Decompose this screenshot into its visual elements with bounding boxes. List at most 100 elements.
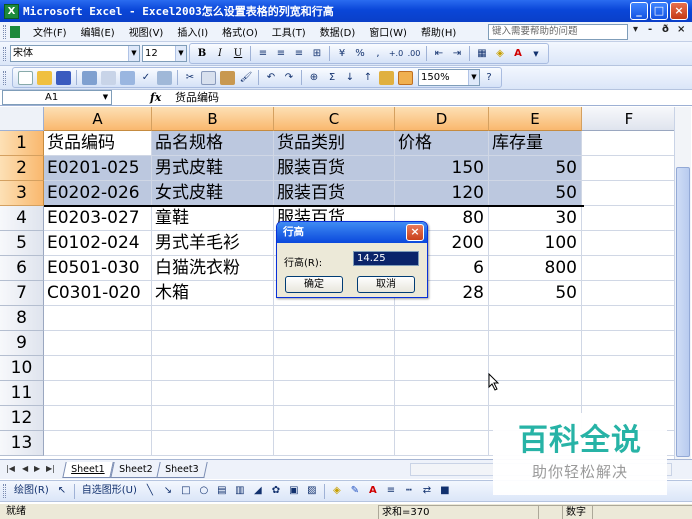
cell-c11[interactable]	[274, 381, 395, 406]
menu-help[interactable]: 帮助(H)	[414, 24, 463, 39]
cell-c1[interactable]: 货品类别	[274, 131, 395, 156]
cell-f9[interactable]	[582, 331, 677, 356]
column-header-a[interactable]: A	[44, 107, 152, 131]
cell-f4[interactable]	[582, 206, 677, 231]
row-header-8[interactable]: 8	[0, 306, 44, 331]
print-icon[interactable]	[101, 70, 116, 85]
cell-d8[interactable]	[395, 306, 489, 331]
cell-c10[interactable]	[274, 356, 395, 381]
autosum-button[interactable]: Σ	[324, 70, 340, 86]
cell-b9[interactable]	[152, 331, 274, 356]
font-color-button[interactable]: A	[510, 46, 526, 62]
arrow-icon[interactable]: ↘	[160, 483, 176, 499]
menu-tools[interactable]: 工具(T)	[265, 24, 313, 39]
arrow-style-icon[interactable]: ⇄	[419, 483, 435, 499]
row-header-13[interactable]: 13	[0, 431, 44, 456]
scroll-thumb[interactable]	[676, 167, 690, 457]
cell-c13[interactable]	[274, 431, 395, 456]
cell-b2[interactable]: 男式皮鞋	[152, 156, 274, 181]
cell-d10[interactable]	[395, 356, 489, 381]
cell-c8[interactable]	[274, 306, 395, 331]
diagram-icon[interactable]: ✿	[268, 483, 284, 499]
cell-d12[interactable]	[395, 406, 489, 431]
menu-data[interactable]: 数据(D)	[313, 24, 363, 39]
cut-icon[interactable]: ✂	[182, 70, 198, 86]
merge-center-icon[interactable]: ⊞	[309, 46, 325, 62]
cell-a12[interactable]	[44, 406, 152, 431]
copy-icon[interactable]	[201, 70, 216, 85]
cell-b1[interactable]: 品名规格	[152, 131, 274, 156]
close-button[interactable]: ×	[670, 2, 688, 20]
cell-d1[interactable]: 价格	[395, 131, 489, 156]
doc-restore-icon[interactable]: ð	[662, 24, 669, 35]
cell-a7[interactable]: C0301-020	[44, 281, 152, 306]
minimize-button[interactable]: _	[630, 2, 648, 20]
cell-e7[interactable]: 50	[489, 281, 582, 306]
cell-b3[interactable]: 女式皮鞋	[152, 181, 274, 206]
permission-icon[interactable]	[82, 70, 97, 85]
cell-f8[interactable]	[582, 306, 677, 331]
rectangle-icon[interactable]: □	[178, 483, 194, 499]
row-header-11[interactable]: 11	[0, 381, 44, 406]
cell-c3[interactable]: 服装百货	[274, 181, 395, 206]
formula-input[interactable]: 货品编码	[175, 90, 219, 105]
cell-e3[interactable]: 50	[489, 181, 582, 206]
increase-indent-icon[interactable]: ⇥	[449, 46, 465, 62]
sort-ascending-icon[interactable]: ↓	[342, 70, 358, 86]
sort-descending-icon[interactable]: ↑	[360, 70, 376, 86]
next-sheet-icon[interactable]: ▶	[34, 464, 40, 473]
workbook-icon[interactable]	[10, 25, 20, 38]
menu-window[interactable]: 窗口(W)	[362, 24, 414, 39]
underline-button[interactable]: U	[230, 46, 246, 62]
toolbar-grip-icon[interactable]	[3, 70, 6, 85]
dialog-close-button[interactable]: ×	[406, 224, 424, 241]
cell-b4[interactable]: 童鞋	[152, 206, 274, 231]
row-header-9[interactable]: 9	[0, 331, 44, 356]
cell-e8[interactable]	[489, 306, 582, 331]
help-search-input[interactable]: 键入需要帮助的问题	[488, 24, 628, 40]
row-header-12[interactable]: 12	[0, 406, 44, 431]
cell-a11[interactable]	[44, 381, 152, 406]
column-header-d[interactable]: D	[395, 107, 489, 131]
bold-button[interactable]: B	[194, 46, 210, 62]
hyperlink-icon[interactable]: ⊕	[306, 70, 322, 86]
cell-b10[interactable]	[152, 356, 274, 381]
new-file-icon[interactable]	[18, 70, 33, 85]
row-height-input[interactable]: 14.25	[353, 251, 419, 266]
wordart-icon[interactable]: ◢	[250, 483, 266, 499]
open-folder-icon[interactable]	[37, 70, 52, 85]
dash-style-icon[interactable]: ┅	[401, 483, 417, 499]
row-header-1[interactable]: 1	[0, 131, 44, 156]
vertical-scrollbar[interactable]	[674, 107, 691, 459]
vertical-textbox-icon[interactable]: ▥	[232, 483, 248, 499]
cell-a5[interactable]: E0102-024	[44, 231, 152, 256]
zoom-select[interactable]: 150% ▼	[418, 69, 480, 86]
cell-a8[interactable]	[44, 306, 152, 331]
tab-sheet1[interactable]: Sheet1	[62, 462, 114, 478]
ok-button[interactable]: 确定	[285, 276, 343, 293]
cell-e11[interactable]	[489, 381, 582, 406]
autoshapes-button[interactable]: 自选图形(U)	[79, 483, 140, 499]
redo-icon[interactable]: ↷	[281, 70, 297, 86]
print-preview-icon[interactable]	[120, 70, 135, 85]
cell-d3[interactable]: 120	[395, 181, 489, 206]
cell-a2[interactable]: E0201-025	[44, 156, 152, 181]
decrease-decimal-button[interactable]: .00	[406, 46, 422, 62]
cell-f6[interactable]	[582, 256, 677, 281]
cell-a9[interactable]	[44, 331, 152, 356]
chevron-down-icon[interactable]: ▼	[528, 46, 544, 62]
cell-a3[interactable]: E0202-026	[44, 181, 152, 206]
line-icon[interactable]: ╲	[142, 483, 158, 499]
cell-b6[interactable]: 白猫洗衣粉	[152, 256, 274, 281]
line-style-icon[interactable]: ≡	[383, 483, 399, 499]
textbox-icon[interactable]: ▤	[214, 483, 230, 499]
cell-b7[interactable]: 木箱	[152, 281, 274, 306]
menu-view[interactable]: 视图(V)	[122, 24, 171, 39]
cell-e5[interactable]: 100	[489, 231, 582, 256]
cell-d2[interactable]: 150	[395, 156, 489, 181]
help-dropdown-icon[interactable]: ▾	[633, 24, 638, 35]
column-header-b[interactable]: B	[152, 107, 274, 131]
tab-sheet3[interactable]: Sheet3	[156, 462, 208, 478]
cell-f7[interactable]	[582, 281, 677, 306]
shadow-icon[interactable]: ■	[437, 483, 453, 499]
